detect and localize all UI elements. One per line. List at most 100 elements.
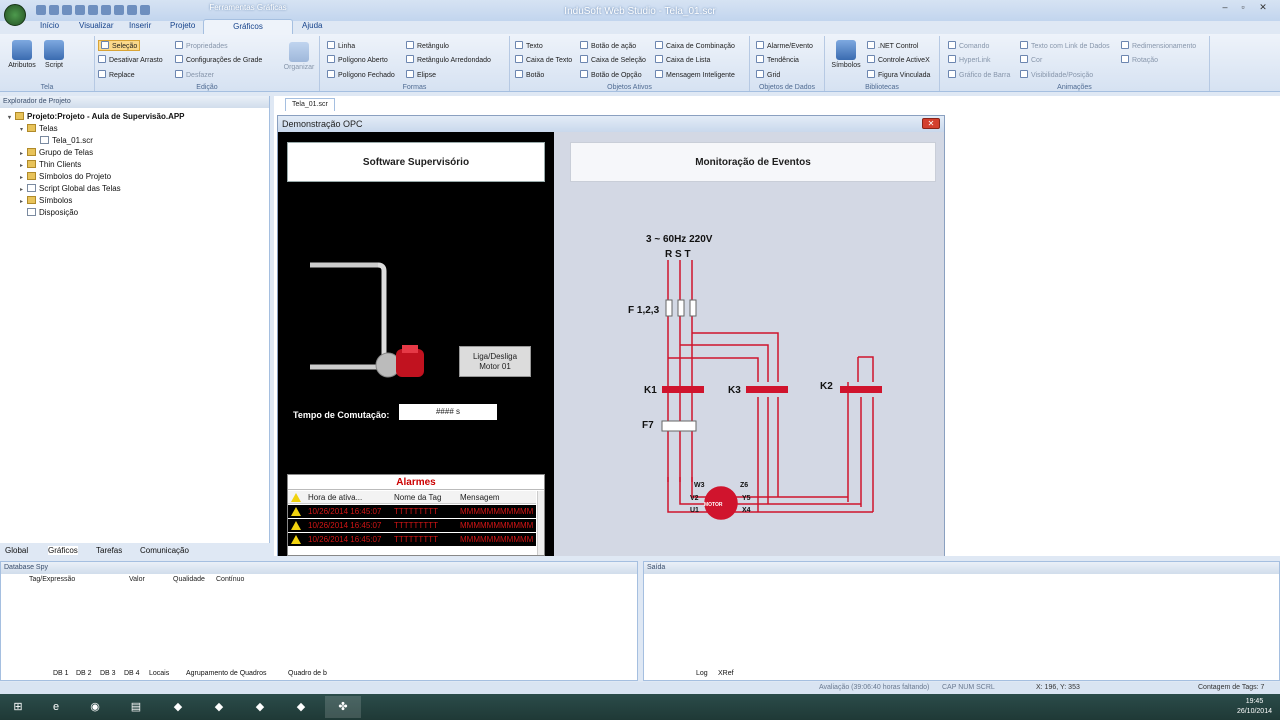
figura-vinculada-button[interactable]: Figura Vinculada <box>867 70 930 79</box>
close-icon[interactable]: ✕ <box>1256 2 1270 12</box>
tree-item-disposicao[interactable]: Disposição <box>20 208 78 217</box>
tempo-value-field[interactable]: #### s <box>399 404 497 420</box>
poligono-aberto-button[interactable]: Polígono Aberto <box>327 55 388 64</box>
caixa-selecao-button[interactable]: Caixa de Seleção <box>580 55 646 64</box>
botao-button[interactable]: Botão <box>515 70 544 79</box>
alarm-row[interactable]: 10/26/2014 16:45:07 TTTTTTTTT MMMMMMMMMMM <box>288 533 536 546</box>
document-tab[interactable]: Tela_01.scr <box>285 98 335 111</box>
output-tab-xref[interactable]: XRef <box>718 670 734 677</box>
output-tab-log[interactable]: Log <box>696 670 708 677</box>
tree-root[interactable]: ▾ Projeto:Projeto - Aula de Supervisão.AP… <box>8 112 185 121</box>
botao-opcao-button[interactable]: Botão de Opção <box>580 70 642 79</box>
texto-link-button[interactable]: Texto com Link de Dados <box>1020 41 1110 50</box>
retangulo-button[interactable]: Retângulo <box>406 41 449 50</box>
tree-item-simbolos-projeto[interactable]: ▸ Símbolos do Projeto <box>20 172 111 181</box>
tree-item-simbolos[interactable]: ▸ Símbolos <box>20 196 72 205</box>
tab-global[interactable]: Global <box>5 546 28 555</box>
tab-ajuda[interactable]: Ajuda <box>302 21 322 30</box>
app-icon[interactable]: ◆ <box>160 696 196 718</box>
config-grade-button[interactable]: Configurações de Grade <box>175 55 262 64</box>
caixa-texto-button[interactable]: Caixa de Texto <box>515 55 572 64</box>
electrical-diagram[interactable]: 3 ~ 60Hz 220V R S T F 1,2,3 K1 K3 K2 F7 … <box>618 212 888 532</box>
tab-visualizar[interactable]: Visualizar <box>79 21 114 30</box>
hyperlink-button[interactable]: HyperLink <box>948 55 991 64</box>
spy-tab-db1[interactable]: DB 1 <box>53 670 69 677</box>
tendencia-button[interactable]: Tendência <box>756 55 799 64</box>
alarm-col-msg[interactable]: Mensagem <box>460 493 500 502</box>
tree-item-script-global[interactable]: ▸ Script Global das Telas <box>20 184 121 193</box>
liga-desliga-button[interactable]: Liga/Desliga Motor 01 <box>459 346 531 377</box>
spy-col-tag[interactable]: Tag/Expressão <box>29 576 75 583</box>
indusoft-taskbar-icon[interactable]: ✤ <box>325 696 361 718</box>
tab-projeto[interactable]: Projeto <box>170 21 195 30</box>
app-icon[interactable]: ◆ <box>242 696 278 718</box>
spy-tab-db4[interactable]: DB 4 <box>124 670 140 677</box>
folder-icon[interactable]: ▤ <box>118 696 154 718</box>
spy-col-qualidade[interactable]: Qualidade <box>173 576 205 583</box>
desfazer-button[interactable]: Desfazer <box>175 70 214 79</box>
tab-tarefas[interactable]: Tarefas <box>96 546 122 555</box>
mensagem-inteligente-button[interactable]: Mensagem Inteligente <box>655 70 735 79</box>
atributos-button[interactable]: Atributos <box>6 40 38 69</box>
spy-tab-quadro[interactable]: Quadro de b <box>288 670 327 677</box>
tree-item-grupo-telas[interactable]: ▸ Grupo de Telas <box>20 148 93 157</box>
tab-inicio[interactable]: Início <box>40 21 59 30</box>
alarm-row[interactable]: 10/26/2014 16:45:07 TTTTTTTTT MMMMMMMMMMM <box>288 519 536 532</box>
cor-button[interactable]: Cor <box>1020 55 1042 64</box>
maximize-icon[interactable]: ▫ <box>1236 2 1250 12</box>
alarm-col-tag[interactable]: Nome da Tag <box>394 493 441 502</box>
simbolos-button[interactable]: Símbolos <box>827 40 865 69</box>
replace-button[interactable]: Replace <box>98 70 135 79</box>
grafico-barra-button[interactable]: Gráfico de Barra <box>948 70 1010 79</box>
spy-tab-agrupamento[interactable]: Agrupamento de Quadros <box>186 670 267 677</box>
poligono-fechado-button[interactable]: Polígono Fechado <box>327 70 395 79</box>
app-icon[interactable]: ◆ <box>201 696 237 718</box>
alarme-evento-button[interactable]: Alarme/Evento <box>756 41 813 50</box>
spy-col-continuo[interactable]: Contínuo <box>216 576 244 583</box>
retangulo-arred-button[interactable]: Retângulo Arredondado <box>406 55 491 64</box>
pump-graphic[interactable] <box>308 257 438 382</box>
organizar-button[interactable]: Organizar <box>281 42 317 71</box>
visibilidade-button[interactable]: Visibilidade/Posição <box>1020 70 1093 79</box>
redimensionamento-button[interactable]: Redimensionamento <box>1121 41 1196 50</box>
minimize-icon[interactable]: – <box>1218 2 1232 12</box>
screen-canvas[interactable]: Software Supervisório Monitoração de Eve… <box>278 132 944 556</box>
grid-button[interactable]: Grid <box>756 70 780 79</box>
alarm-scrollbar[interactable] <box>537 491 544 555</box>
alarm-col-hora[interactable]: Hora de ativa... <box>308 493 362 502</box>
activex-button[interactable]: Controle ActiveX <box>867 55 930 64</box>
spy-col-valor[interactable]: Valor <box>129 576 145 583</box>
net-control-button[interactable]: .NET Control <box>867 41 918 50</box>
alarm-row[interactable]: 10/26/2014 16:45:07 TTTTTTTTT MMMMMMMMMMM <box>288 505 536 518</box>
spy-tab-db3[interactable]: DB 3 <box>100 670 116 677</box>
spy-tab-db2[interactable]: DB 2 <box>76 670 92 677</box>
texto-button[interactable]: Texto <box>515 41 543 50</box>
spy-tab-locais[interactable]: Locais <box>149 670 169 677</box>
start-icon[interactable]: ⊞ <box>0 696 36 718</box>
selecao-button[interactable]: Seleção <box>98 40 141 51</box>
tree-item-tela01[interactable]: Tela_01.scr <box>40 136 93 145</box>
tree-item-telas[interactable]: ▾ Telas <box>20 124 58 133</box>
comando-button[interactable]: Comando <box>948 41 989 50</box>
tab-inserir[interactable]: Inserir <box>129 21 151 30</box>
rotacao-button[interactable]: Rotação <box>1121 55 1158 64</box>
caixa-lista-button[interactable]: Caixa de Lista <box>655 55 710 64</box>
tab-graficos[interactable]: Gráficos <box>203 19 293 34</box>
tab-graficos-explorer[interactable]: Gráficos <box>48 546 78 555</box>
tab-comunicacao[interactable]: Comunicação <box>140 546 189 555</box>
app-icon[interactable]: ◆ <box>283 696 319 718</box>
tree-item-thin-clients[interactable]: ▸ Thin Clients <box>20 160 81 169</box>
chrome-icon[interactable]: ◉ <box>77 696 113 718</box>
ie-icon[interactable]: e <box>38 696 74 718</box>
caixa-combinacao-button[interactable]: Caixa de Combinação <box>655 41 735 50</box>
elipse-button[interactable]: Elipse <box>406 70 436 79</box>
propriedades-button[interactable]: Propriedades <box>175 41 228 50</box>
clock[interactable]: 19:45 26/10/2014 <box>1237 697 1272 717</box>
linha-button[interactable]: Linha <box>327 41 355 50</box>
desativar-arrasto-button[interactable]: Desativar Arrasto <box>98 55 163 64</box>
script-button[interactable]: Script <box>40 40 68 69</box>
screen-close-icon[interactable]: ✕ <box>922 118 940 129</box>
alarm-grid[interactable]: Alarmes Hora de ativa... Nome da Tag Men… <box>287 474 545 556</box>
screen-window-title: Demonstração OPC <box>278 116 944 132</box>
botao-acao-button[interactable]: Botão de ação <box>580 41 636 50</box>
